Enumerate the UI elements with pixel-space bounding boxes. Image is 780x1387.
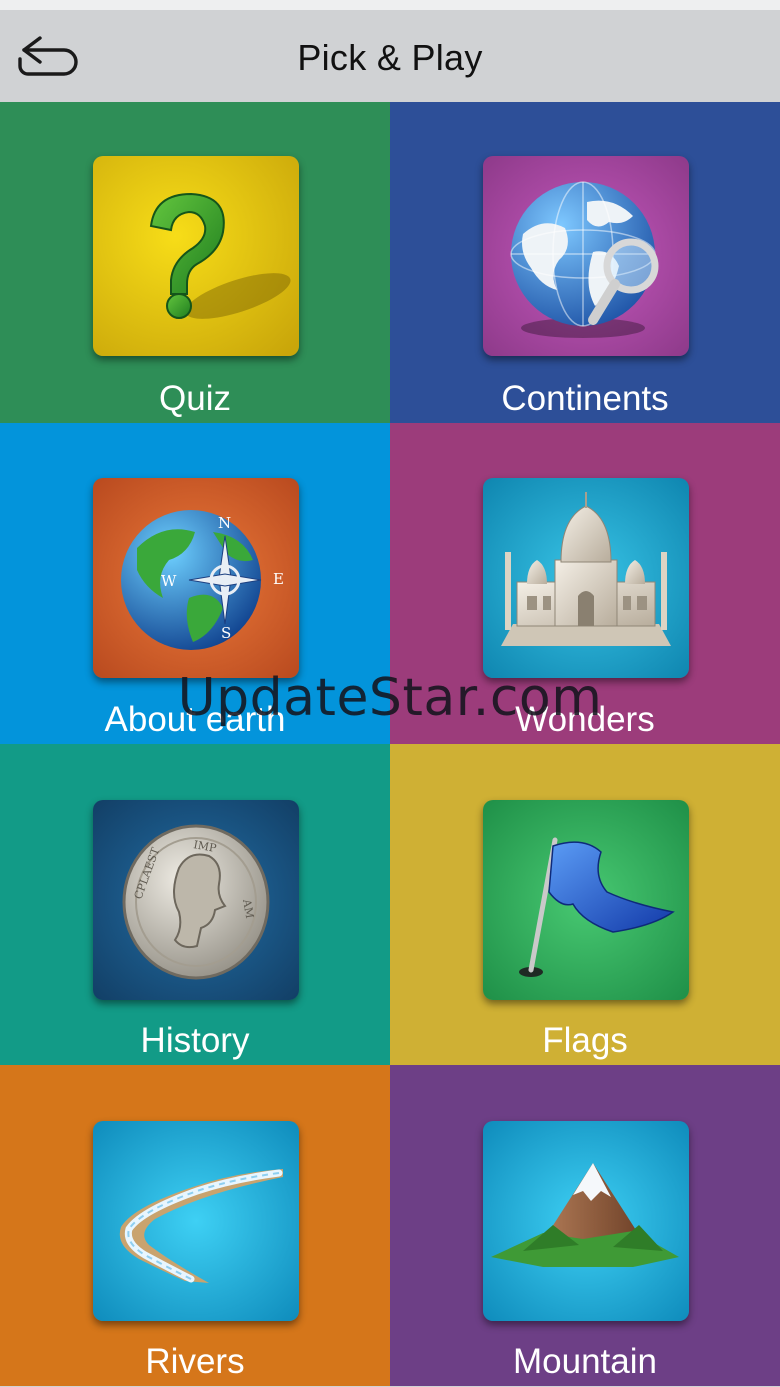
tile-rivers[interactable]: Rivers <box>0 1065 390 1386</box>
tile-label: About earth <box>104 700 286 739</box>
tile-label: Continents <box>501 379 669 418</box>
question-mark-icon <box>93 156 299 356</box>
tile-mountain[interactable]: Mountain <box>390 1065 780 1386</box>
mountain-icon <box>483 1121 689 1321</box>
tile-about-earth[interactable]: N S W E About earth <box>0 423 390 744</box>
flag-icon <box>483 800 689 1000</box>
tile-label: History <box>140 1021 250 1060</box>
tile-history[interactable]: IMP CPLAEST AM History <box>0 744 390 1065</box>
page-title: Pick & Play <box>297 37 483 78</box>
tile-label: Flags <box>542 1021 628 1060</box>
tile-quiz[interactable]: Quiz <box>0 102 390 423</box>
tile-flags[interactable]: Flags <box>390 744 780 1065</box>
svg-text:E: E <box>273 570 284 588</box>
svg-text:N: N <box>218 514 231 532</box>
tile-continents[interactable]: Continents <box>390 102 780 423</box>
tile-label: Wonders <box>515 700 655 739</box>
taj-mahal-icon <box>483 478 689 678</box>
category-grid: Quiz Continents N S W E About earth Wond… <box>0 102 780 1387</box>
tile-wonders[interactable]: Wonders <box>390 423 780 744</box>
svg-text:W: W <box>161 572 177 590</box>
tile-label: Quiz <box>159 379 231 418</box>
tile-label: Mountain <box>513 1342 657 1381</box>
tile-label: Rivers <box>145 1342 245 1381</box>
status-strip <box>0 0 780 10</box>
svg-text:S: S <box>221 624 231 642</box>
ancient-coin-icon: IMP CPLAEST AM <box>93 800 299 1000</box>
header-bar: Pick & Play <box>0 10 780 102</box>
river-icon <box>93 1121 299 1321</box>
globe-magnifier-icon <box>483 156 689 356</box>
earth-compass-icon: N S W E <box>93 478 299 678</box>
